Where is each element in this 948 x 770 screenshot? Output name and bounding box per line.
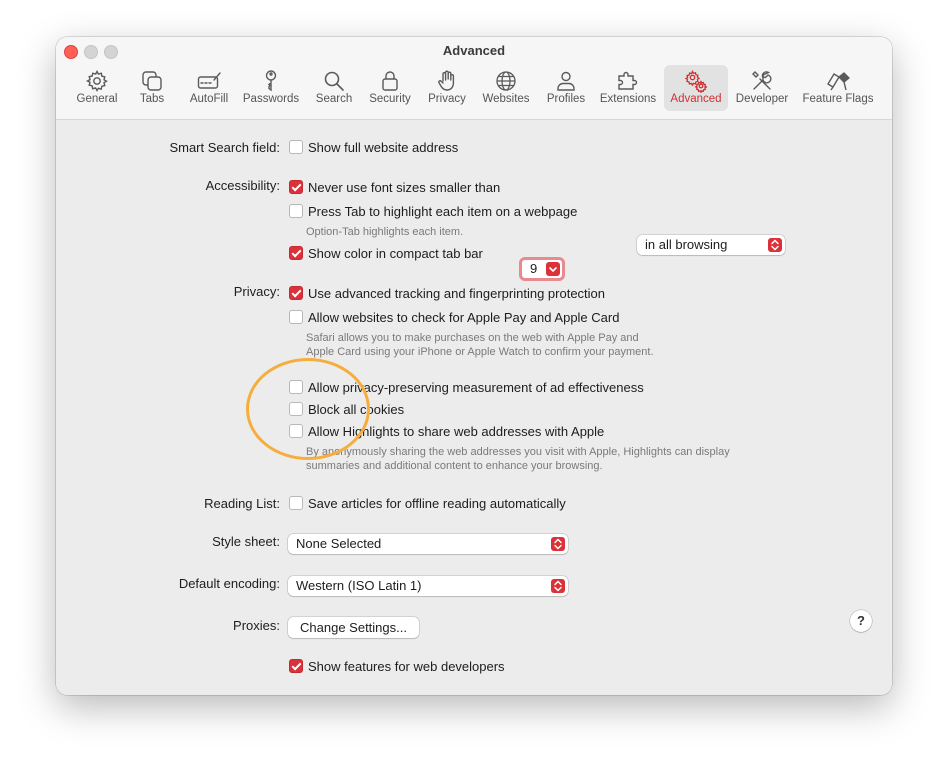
- toolbar-label: General: [76, 93, 118, 105]
- proxies-label: Proxies:: [233, 618, 280, 633]
- apple-pay-checkbox[interactable]: [289, 310, 303, 324]
- default-encoding-popup[interactable]: Western (ISO Latin 1): [288, 576, 568, 596]
- chevron-down-icon: [546, 262, 560, 276]
- toolbar-tab-autofill[interactable]: AutoFill: [182, 65, 236, 111]
- tabs-icon: [142, 71, 162, 91]
- advanced-tracking-checkbox[interactable]: [289, 286, 303, 300]
- tools-icon: [752, 71, 772, 90]
- block-cookies-checkbox[interactable]: [289, 402, 303, 416]
- offline-reading-text: Save articles for offline reading automa…: [308, 496, 566, 511]
- globe-icon: [496, 71, 516, 91]
- titlebar: Advanced General Tabs AutoFill Passwords…: [56, 37, 892, 120]
- never-font-smaller-text: Never use font sizes smaller than: [308, 180, 501, 195]
- toolbar-label: Passwords: [242, 93, 300, 105]
- show-developer-features-checkbox[interactable]: [289, 659, 303, 673]
- highlights-note: By anonymously sharing the web addresses…: [306, 446, 730, 472]
- block-cookies-text: Block all cookies: [308, 402, 405, 417]
- offline-reading-checkbox[interactable]: [289, 496, 303, 510]
- ad-measurement-text: Allow privacy-preserving measurement of …: [308, 380, 644, 395]
- accessibility-label: Accessibility:: [205, 178, 280, 193]
- toolbar-tab-privacy[interactable]: Privacy: [422, 65, 472, 111]
- updown-arrows-icon: [768, 238, 782, 252]
- toolbar-label: Search: [315, 93, 353, 105]
- toolbar-tab-search[interactable]: Search: [308, 65, 360, 111]
- toolbar-tab-websites[interactable]: Websites: [478, 65, 534, 111]
- default-encoding-label: Default encoding:: [178, 576, 280, 591]
- toolbar-tab-passwords[interactable]: Passwords: [240, 65, 302, 111]
- preferences-content: Smart Search field: Show full website ad…: [56, 120, 892, 695]
- lock-icon: [382, 71, 398, 91]
- advanced-preferences-window: Advanced General Tabs AutoFill Passwords…: [56, 37, 892, 695]
- window-title: Advanced: [442, 43, 506, 58]
- toolbar-label: Privacy: [428, 93, 466, 105]
- style-sheet-label: Style sheet:: [212, 534, 280, 549]
- person-icon: [557, 71, 575, 91]
- toolbar-label: Websites: [482, 93, 530, 105]
- reading-list-label: Reading List:: [204, 496, 280, 511]
- toolbar-tab-tabs[interactable]: Tabs: [128, 65, 176, 111]
- toolbar-label: AutoFill: [189, 93, 229, 105]
- toolbar-tab-extensions[interactable]: Extensions: [596, 65, 660, 111]
- highlights-text: Allow Highlights to share web addresses …: [308, 424, 605, 439]
- toolbar-tab-advanced[interactable]: Advanced: [664, 65, 728, 111]
- highlights-checkbox[interactable]: [289, 424, 303, 438]
- key-icon: [265, 70, 277, 92]
- style-sheet-popup[interactable]: None Selected: [288, 534, 568, 554]
- change-proxy-settings-button[interactable]: Change Settings...: [288, 617, 419, 638]
- show-color-checkbox[interactable]: [289, 246, 303, 260]
- show-developer-features-text: Show features for web developers: [308, 659, 505, 674]
- minimum-font-size-select[interactable]: 9: [519, 257, 565, 281]
- toolbar-tab-developer[interactable]: Developer: [732, 65, 792, 111]
- toolbar-label: Advanced: [670, 93, 722, 105]
- privacy-label: Privacy:: [233, 284, 280, 299]
- flags-icon: [827, 72, 850, 91]
- show-full-address-text: Show full website address: [308, 140, 459, 155]
- puzzle-icon: [618, 71, 638, 90]
- ad-measurement-checkbox[interactable]: [289, 380, 303, 394]
- search-icon: [324, 71, 344, 91]
- apple-pay-text: Allow websites to check for Apple Pay an…: [308, 310, 620, 325]
- toolbar-label: Feature Flags: [802, 93, 874, 105]
- smart-search-label: Smart Search field:: [169, 140, 280, 155]
- updown-arrows-icon: [551, 537, 565, 551]
- tracking-scope-value: in all browsing: [645, 237, 728, 252]
- gear-icon: [85, 70, 108, 92]
- tracking-scope-popup[interactable]: in all browsing: [637, 235, 785, 255]
- updown-arrows-icon: [551, 579, 565, 593]
- press-tab-checkbox[interactable]: [289, 204, 303, 218]
- toolbar-label: Developer: [735, 93, 789, 105]
- toolbar-label: Tabs: [139, 93, 165, 105]
- press-tab-note: Option-Tab highlights each item.: [306, 226, 464, 238]
- show-full-address-checkbox[interactable]: [289, 140, 303, 154]
- minimum-font-size-value: 9: [530, 261, 538, 276]
- toolbar-tab-general[interactable]: General: [70, 65, 124, 111]
- never-font-smaller-checkbox[interactable]: [289, 180, 303, 194]
- style-sheet-value: None Selected: [296, 536, 382, 551]
- advanced-tracking-text: Use advanced tracking and fingerprinting…: [308, 286, 606, 301]
- toolbar-tab-feature-flags[interactable]: Feature Flags: [798, 65, 878, 111]
- toolbar-label: Profiles: [546, 93, 586, 105]
- press-tab-text: Press Tab to highlight each item on a we…: [308, 204, 578, 219]
- toolbar-label: Extensions: [599, 93, 657, 105]
- default-encoding-value: Western (ISO Latin 1): [296, 578, 422, 593]
- hand-icon: [438, 70, 455, 91]
- apple-pay-note: Safari allows you to make purchases on t…: [306, 332, 654, 358]
- autofill-icon: [197, 72, 221, 89]
- toolbar-tab-security[interactable]: Security: [364, 65, 416, 111]
- show-color-text: Show color in compact tab bar: [308, 246, 483, 261]
- toolbar-tab-profiles[interactable]: Profiles: [540, 65, 592, 111]
- gears-icon: [684, 70, 708, 93]
- help-button[interactable]: ?: [850, 610, 872, 632]
- toolbar-label: Security: [369, 93, 411, 105]
